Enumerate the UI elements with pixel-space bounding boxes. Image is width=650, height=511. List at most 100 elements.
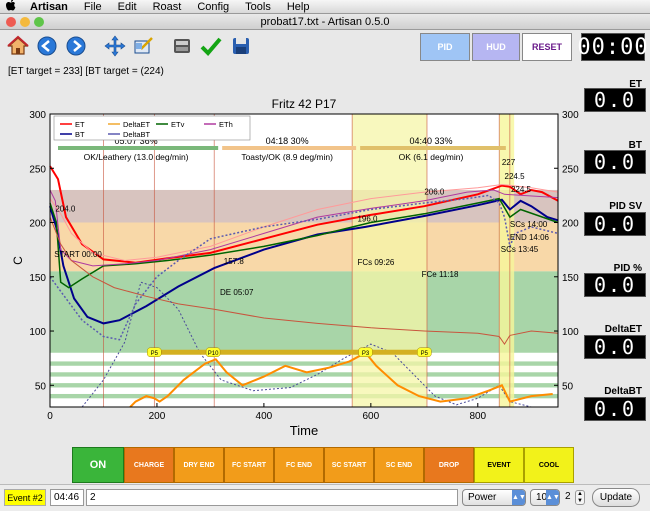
y-tick-label-right-0: 50 [562,381,574,392]
annotation-11: END 14:06 [510,233,550,242]
toolbar: PID HUD RESET 00:00 [0,31,650,63]
event-edit-bar: Event #2 04:46 2 Power ▲▼ 10 ▲▼ 2 ▲ ▼ Upd… [0,484,650,511]
pid-percent-lcd: 0.0 [584,273,646,297]
event-value-readout: 2 [565,491,571,502]
roast-chart[interactable]: 05:07 36%OK/Leathery (13.0 deg/min)04:18… [0,92,580,444]
window-controls [6,17,44,27]
annotation-5: FCs 09:26 [357,258,394,267]
phase-bar-2 [360,146,506,150]
event-button-charge[interactable]: CHARGE [124,447,174,483]
annotation-0: 204.0 [55,205,76,214]
back-arrow-icon[interactable] [35,34,59,58]
phase-desc-2: OK (6.1 deg/min) [399,152,464,162]
chart-title: Fritz 42 P17 [272,97,337,111]
band-stripe-1 [50,372,558,377]
annotation-1: START 00:00 [54,250,102,259]
pid-sv-lcd: 0.0 [584,212,646,236]
legend-label-etv: ETv [171,120,185,129]
et-lcd: 0.0 [584,88,646,112]
phase-bar-1 [222,146,357,150]
zoom-rect-icon[interactable] [132,34,156,58]
select-arrow-icon: ▲▼ [546,490,560,505]
event-button-on[interactable]: ON [72,447,124,483]
event-description-field[interactable]: 2 [86,489,458,506]
event-button-dry-end[interactable]: DRY END [174,447,224,483]
event-marker-label-0: P5 [151,351,159,357]
event-time-field[interactable]: 04:46 [50,489,84,506]
band-stripe-2 [50,383,558,388]
event-button-sc-start[interactable]: SC START [324,447,374,483]
pan-move-icon[interactable] [103,34,127,58]
annotation-9: 224.5 [511,185,532,194]
delta-bt-lcd: 0.0 [584,397,646,421]
update-button[interactable]: Update [592,488,640,507]
close-window-button[interactable] [6,17,16,27]
y-axis-label: C [11,256,25,265]
menu-help[interactable]: Help [279,1,318,13]
bt-lcd: 0.0 [584,150,646,174]
annotation-2: 157.8 [224,257,245,266]
phase-desc-0: OK/Leathery (13.0 deg/min) [84,152,189,162]
x-tick-label-1: 200 [149,411,166,422]
stepper-icon[interactable]: ▲ ▼ [575,490,585,505]
select-arrow-icon: ▲▼ [512,490,526,505]
x-tick-label-0: 0 [47,411,53,422]
home-icon[interactable] [6,34,30,58]
y-tick-label-4: 250 [29,164,46,175]
apple-menu-icon[interactable] [0,0,22,14]
hud-button[interactable]: HUD [472,33,520,61]
minimize-window-button[interactable] [20,17,30,27]
zoom-window-button[interactable] [34,17,44,27]
event-button-fc-end[interactable]: FC END [274,447,324,483]
window-title: probat17.txt - Artisan 0.5.0 [260,16,390,28]
y-tick-label-1: 100 [29,327,46,338]
event-button-event[interactable]: EVENT [474,447,524,483]
phase-bar-0 [58,146,219,150]
annotation-4: 196.0 [357,214,378,223]
pid-button[interactable]: PID [420,33,470,61]
delta-et-label: DeltaET [604,324,642,335]
window-titlebar: probat17.txt - Artisan 0.5.0 [0,14,650,30]
y-tick-label-right-5: 300 [562,110,579,121]
menu-tools[interactable]: Tools [237,1,279,13]
event-button-fc-start[interactable]: FC START [224,447,274,483]
menu-file[interactable]: File [76,1,110,13]
event-type-select[interactable]: Power ▲▼ [462,489,526,506]
checkmark-icon[interactable] [199,34,223,58]
event-marker-label-2: P3 [362,351,370,357]
y-tick-label-0: 50 [35,381,47,392]
band-stripe-3 [50,393,558,399]
x-axis-label: Time [290,423,318,438]
event-type-value: Power [468,492,497,503]
reset-button[interactable]: RESET [522,33,572,61]
event-button-drop[interactable]: DROP [424,447,474,483]
event-marker-label-3: P5 [421,351,429,357]
menu-edit[interactable]: Edit [110,1,145,13]
event-button-cool[interactable]: COOL [524,447,574,483]
delta-bt-label: DeltaBT [604,386,642,397]
legend-label-deltabt: DeltaBT [123,130,151,139]
y-tick-label-3: 200 [29,219,46,230]
forward-arrow-icon[interactable] [64,34,88,58]
save-disk-icon[interactable] [229,34,253,58]
event-number-label: Event #2 [4,489,46,506]
configure-icon[interactable] [170,34,194,58]
menu-bar: Artisan File Edit Roast Config Tools Hel… [0,0,650,14]
event-button-row: ON CHARGE DRY END FC START FC END SC START SC … [72,447,574,483]
menu-config[interactable]: Config [189,1,237,13]
x-tick-label-3: 600 [362,411,379,422]
legend-label-bt: BT [75,130,85,139]
band-2 [50,271,558,353]
annotation-7: FCe 11:18 [422,270,459,279]
annotation-10: SCs 14:00 [510,220,548,229]
menu-roast[interactable]: Roast [145,1,190,13]
timer-lcd: 00:00 [577,33,649,61]
y-tick-label-right-3: 200 [562,219,579,230]
event-value-select[interactable]: 10 ▲▼ [530,489,560,506]
event-marker-bar [154,349,425,355]
y-tick-label-right-4: 250 [562,164,579,175]
phase-label-1: 04:18 30% [266,136,309,146]
menu-app[interactable]: Artisan [22,1,76,13]
event-button-sc-end[interactable]: SC END [374,447,424,483]
phase-desc-1: Toasty/OK (8.9 deg/min) [241,152,333,162]
